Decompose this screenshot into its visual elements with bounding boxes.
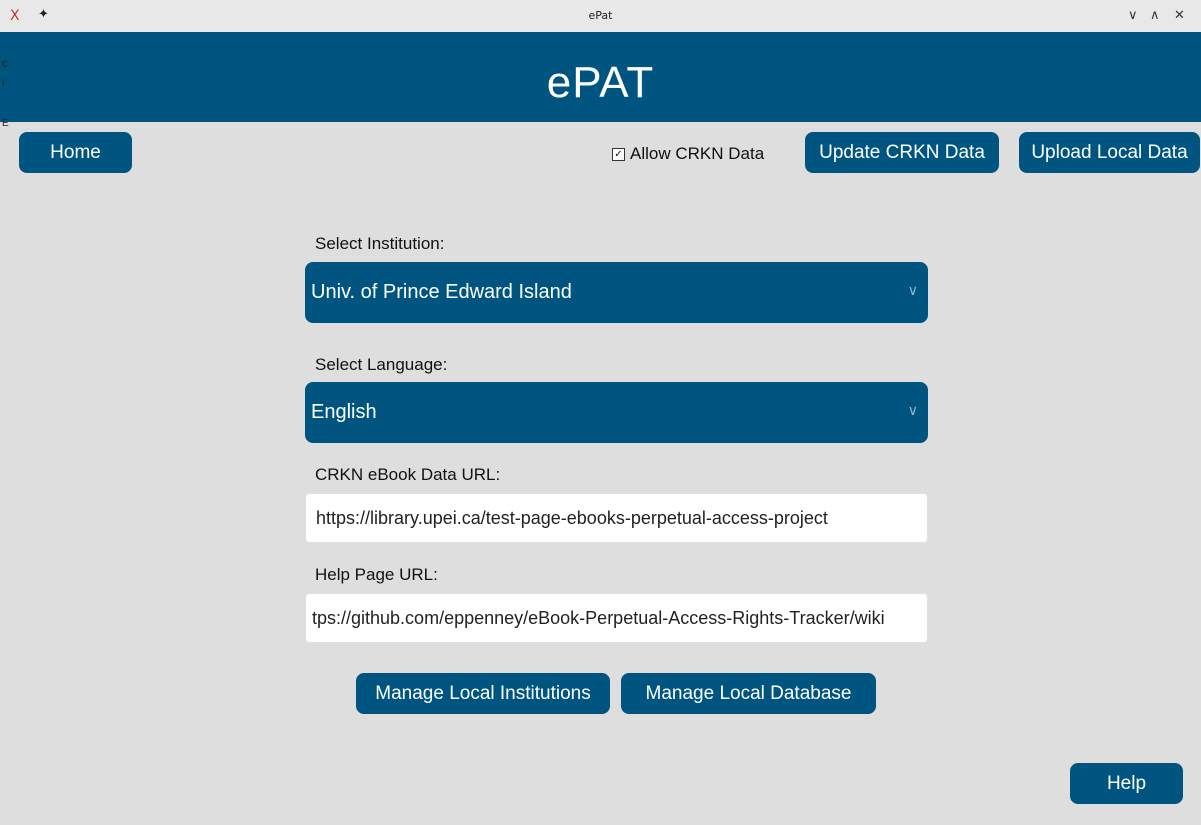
header-banner: ePAT bbox=[0, 32, 1201, 122]
allow-crkn-checkbox[interactable]: ✓ Allow CRKN Data bbox=[612, 144, 764, 164]
institution-value: Univ. of Prince Edward Island bbox=[311, 281, 572, 303]
stray-text: E bbox=[2, 118, 9, 129]
help-button[interactable]: Help bbox=[1070, 763, 1183, 804]
home-button[interactable]: Home bbox=[19, 132, 132, 173]
language-select[interactable]: English ∨ bbox=[305, 382, 928, 443]
window-title: ePat bbox=[588, 9, 613, 22]
stray-text: i bbox=[2, 78, 5, 89]
institution-label: Select Institution: bbox=[315, 234, 445, 253]
maximize-icon[interactable]: ∧ bbox=[1150, 8, 1160, 23]
close-icon[interactable]: ✕ bbox=[1174, 8, 1185, 23]
allow-crkn-label: Allow CRKN Data bbox=[630, 144, 765, 163]
app-title: ePAT bbox=[546, 58, 655, 107]
chevron-down-icon[interactable]: ∨ bbox=[908, 282, 918, 299]
stray-text: c bbox=[2, 56, 8, 70]
language-value: English bbox=[311, 401, 377, 423]
manage-institutions-button[interactable]: Manage Local Institutions bbox=[356, 673, 610, 714]
crkn-url-value: https://library.upei.ca/test-page-ebooks… bbox=[316, 507, 828, 528]
upload-local-button[interactable]: Upload Local Data bbox=[1019, 132, 1200, 173]
manage-database-button[interactable]: Manage Local Database bbox=[621, 673, 876, 714]
help-url-label: Help Page URL: bbox=[315, 565, 438, 584]
institution-select[interactable]: Univ. of Prince Edward Island ∨ bbox=[305, 262, 928, 323]
app-window: X ✦ ePat ∨ ∧ ✕ ePAT c i E Home ✓ Allow C… bbox=[0, 0, 1201, 825]
help-url-field[interactable]: tps://github.com/eppenney/eBook-Perpetua… bbox=[305, 593, 928, 643]
minimize-icon[interactable]: ∨ bbox=[1128, 8, 1138, 23]
update-crkn-button[interactable]: Update CRKN Data bbox=[805, 132, 999, 173]
crkn-url-field[interactable]: https://library.upei.ca/test-page-ebooks… bbox=[305, 493, 928, 543]
chevron-down-icon[interactable]: ∨ bbox=[908, 402, 918, 419]
language-label: Select Language: bbox=[315, 355, 448, 374]
help-url-value: tps://github.com/eppenney/eBook-Perpetua… bbox=[312, 607, 885, 628]
crkn-url-label: CRKN eBook Data URL: bbox=[315, 465, 501, 484]
checkbox-check-icon[interactable]: ✓ bbox=[612, 147, 625, 161]
title-bar: X ✦ ePat ∨ ∧ ✕ bbox=[0, 0, 1201, 32]
